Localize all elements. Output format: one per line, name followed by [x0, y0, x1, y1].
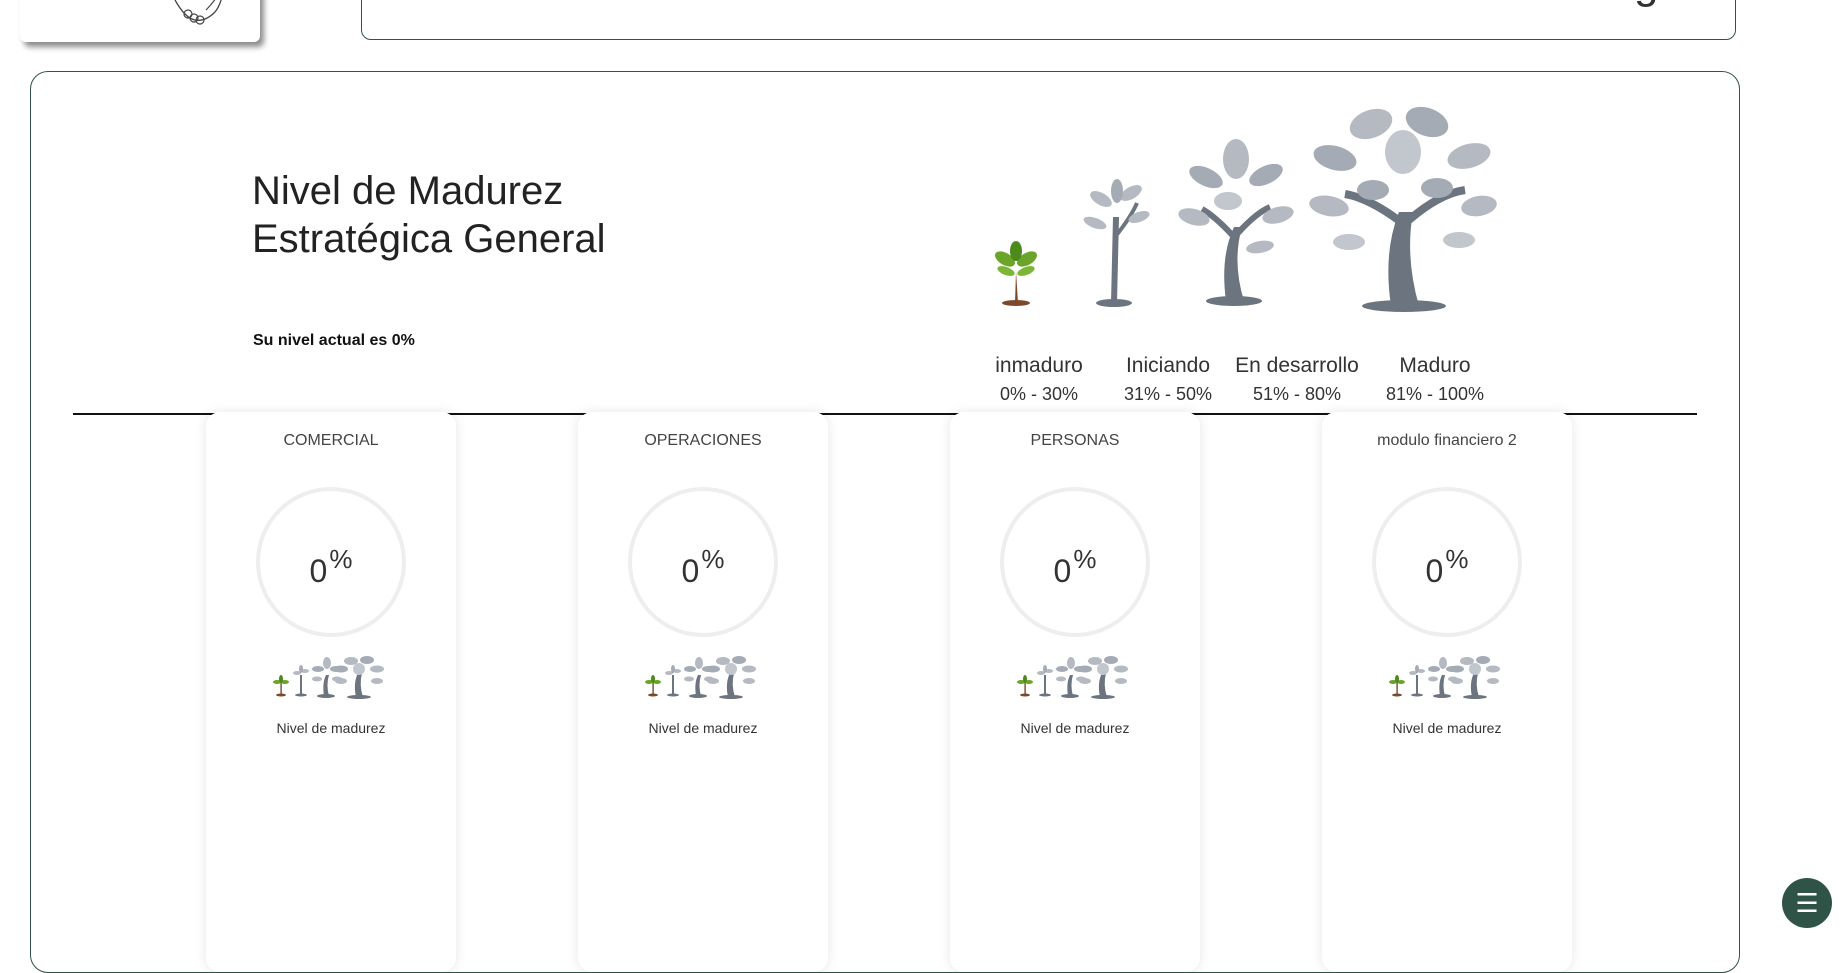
- card-title: COMERCIAL: [283, 432, 379, 449]
- module-card-personas[interactable]: PERSONAS 0% Nivel de madurez: [950, 412, 1200, 972]
- stage-range-immature: 0% - 30%: [999, 384, 1079, 404]
- progress-ring: 0%: [628, 487, 778, 637]
- stage-range-developing: 51% - 80%: [1252, 384, 1342, 404]
- card-title: PERSONAS: [1030, 432, 1120, 449]
- young-tree-icon: [1083, 179, 1150, 307]
- developing-tree-icon: [1178, 139, 1294, 306]
- progress-value: 0%: [1425, 544, 1469, 589]
- page-title-line2: Estratégica General: [252, 217, 606, 261]
- progress-ring: 0%: [256, 487, 406, 637]
- user-name: Jean Arango: [1427, 0, 1685, 9]
- handshake-icon: [174, 0, 222, 25]
- card-footer-label: Nivel de madurez: [276, 720, 386, 736]
- menu-icon: ☰: [1795, 888, 1819, 918]
- stage-range-starting: 31% - 50%: [1123, 384, 1213, 404]
- module-card-comercial[interactable]: COMERCIAL 0% Nivel de madurez: [206, 412, 456, 972]
- maturity-trees-icon: [645, 656, 756, 699]
- company-name: Jaiera Tech: [412, 0, 647, 9]
- maturity-trees-icon: [273, 656, 384, 699]
- stage-range-mature: 81% - 100%: [1385, 384, 1485, 404]
- card-footer-label: Nivel de madurez: [648, 720, 758, 736]
- progress-value: 0%: [681, 544, 725, 589]
- stage-label-mature: Maduro: [1399, 354, 1471, 377]
- sprout-icon: [995, 241, 1037, 306]
- stage-label-developing: En desarrollo: [1235, 354, 1359, 377]
- card-footer-label: Nivel de madurez: [1392, 720, 1502, 736]
- progress-ring: 0%: [1000, 487, 1150, 637]
- mature-tree-icon: [1309, 106, 1497, 312]
- module-card-operaciones[interactable]: OPERACIONES 0% Nivel de madurez: [578, 412, 828, 972]
- progress-ring: 0%: [1372, 487, 1522, 637]
- top-header: Jaiera Tech Jean Arango: [361, 0, 1736, 40]
- menu-button[interactable]: ☰: [1782, 878, 1832, 928]
- card-title: modulo financiero 2: [1377, 432, 1517, 449]
- page-title-line1: Nivel de Madurez: [252, 169, 564, 213]
- progress-value: 0%: [1053, 544, 1097, 589]
- card-footer-label: Nivel de madurez: [1020, 720, 1130, 736]
- stage-label-immature: inmaduro: [995, 354, 1083, 377]
- maturity-trees-icon: [1389, 656, 1500, 699]
- module-card-financiero[interactable]: modulo financiero 2 0% Nivel de madurez: [1322, 412, 1572, 972]
- page-title: Nivel de Madurez Estratégica General: [252, 167, 606, 263]
- current-level-text: Su nivel actual es 0%: [253, 332, 415, 349]
- maturity-trees-icon: [1017, 656, 1128, 699]
- stage-label-starting: Iniciando: [1125, 354, 1211, 377]
- progress-value: 0%: [309, 544, 353, 589]
- card-title: OPERACIONES: [644, 432, 762, 449]
- logo: [20, 0, 260, 42]
